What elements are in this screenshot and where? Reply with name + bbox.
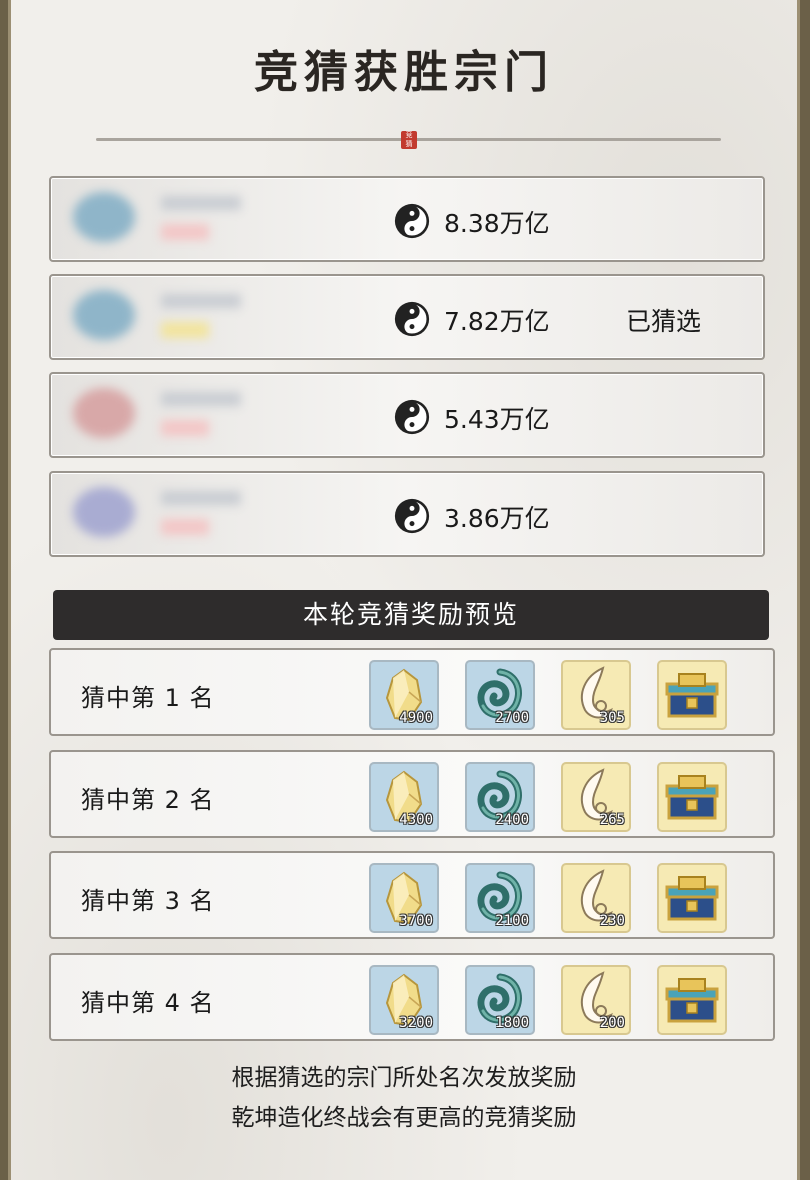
crescent-jade-icon[interactable]: 265 xyxy=(561,762,631,832)
jade-swirl-icon[interactable]: 2400 xyxy=(465,762,535,832)
crystal-icon[interactable]: 3200 xyxy=(369,965,439,1035)
reward-rank-label: 猜中第 2 名 xyxy=(81,786,215,814)
sect-name-blurred xyxy=(161,491,241,505)
sect-name-blurred xyxy=(161,196,241,210)
item-count: 1800 xyxy=(495,1015,529,1031)
seal-stamp-icon: 竞猜 xyxy=(401,131,417,149)
sect-info-blurred xyxy=(61,481,291,549)
sect-info-blurred xyxy=(61,382,291,450)
crystal-icon[interactable]: 4300 xyxy=(369,762,439,832)
sect-amount: 3.86万亿 xyxy=(444,504,550,533)
sect-amount: 7.82万亿 xyxy=(444,307,550,336)
crescent-jade-icon[interactable]: 230 xyxy=(561,863,631,933)
sect-tag-blurred xyxy=(161,224,209,240)
sect-badge-icon xyxy=(73,290,135,340)
item-count: 200 xyxy=(599,1015,625,1031)
footer-note-2: 乾坤造化终战会有更高的竞猜奖励 xyxy=(231,1105,577,1131)
sect-tag-blurred xyxy=(161,322,209,338)
yin-yang-icon xyxy=(394,203,430,239)
item-count: 3700 xyxy=(399,913,433,929)
reward-row-4: 猜中第 4 名 3200 1800 200 xyxy=(49,953,775,1041)
sect-row-4[interactable]: 3.86万亿 xyxy=(49,471,765,557)
sect-info-blurred xyxy=(61,186,291,254)
sect-row-2[interactable]: 7.82万亿 已猜选 xyxy=(49,274,765,360)
reward-rank-label: 猜中第 4 名 xyxy=(81,989,215,1017)
sect-amount: 5.43万亿 xyxy=(444,405,550,434)
reward-rank-label: 猜中第 3 名 xyxy=(81,887,215,915)
footer-note-1: 根据猜选的宗门所处名次发放奖励 xyxy=(231,1065,577,1091)
item-count: 2100 xyxy=(495,913,529,929)
item-count: 3200 xyxy=(399,1015,433,1031)
reward-row-3: 猜中第 3 名 3700 2100 230 xyxy=(49,851,775,939)
sect-name-blurred xyxy=(161,294,241,308)
treasure-chest-icon[interactable] xyxy=(657,965,727,1035)
reward-rank-label: 猜中第 1 名 xyxy=(81,684,215,712)
crystal-icon[interactable]: 4900 xyxy=(369,660,439,730)
sect-badge-icon xyxy=(73,487,135,537)
panel-frame: 竞猜获胜宗门 竞猜 8.38万亿 7.82万亿 已猜选 5.43万亿 3.86万… xyxy=(8,0,800,1180)
sect-badge-icon xyxy=(73,192,135,242)
item-count: 4300 xyxy=(399,812,433,828)
sect-tag-blurred xyxy=(161,420,209,436)
jade-swirl-icon[interactable]: 2700 xyxy=(465,660,535,730)
sect-row-1[interactable]: 8.38万亿 xyxy=(49,176,765,262)
page-title: 竞猜获胜宗门 xyxy=(254,47,554,98)
yin-yang-icon xyxy=(394,498,430,534)
item-count: 4900 xyxy=(399,710,433,726)
treasure-chest-icon[interactable] xyxy=(657,660,727,730)
reward-preview-banner: 本轮竞猜奖励预览 xyxy=(53,590,769,640)
item-count: 2400 xyxy=(495,812,529,828)
sect-amount: 8.38万亿 xyxy=(444,209,550,238)
sect-info-blurred xyxy=(61,284,291,352)
sect-tag-blurred xyxy=(161,519,209,535)
sect-badge-icon xyxy=(73,388,135,438)
treasure-chest-icon[interactable] xyxy=(657,863,727,933)
yin-yang-icon xyxy=(394,399,430,435)
yin-yang-icon xyxy=(394,301,430,337)
crystal-icon[interactable]: 3700 xyxy=(369,863,439,933)
treasure-chest-icon[interactable] xyxy=(657,762,727,832)
sect-name-blurred xyxy=(161,392,241,406)
item-count: 230 xyxy=(599,913,625,929)
jade-swirl-icon[interactable]: 2100 xyxy=(465,863,535,933)
jade-swirl-icon[interactable]: 1800 xyxy=(465,965,535,1035)
item-count: 305 xyxy=(599,710,625,726)
crescent-jade-icon[interactable]: 200 xyxy=(561,965,631,1035)
picked-status: 已猜选 xyxy=(626,307,702,336)
item-count: 265 xyxy=(599,812,625,828)
reward-row-2: 猜中第 2 名 4300 2400 265 xyxy=(49,750,775,838)
reward-row-1: 猜中第 1 名 4900 2700 305 xyxy=(49,648,775,736)
sect-row-3[interactable]: 5.43万亿 xyxy=(49,372,765,458)
item-count: 2700 xyxy=(495,710,529,726)
crescent-jade-icon[interactable]: 305 xyxy=(561,660,631,730)
